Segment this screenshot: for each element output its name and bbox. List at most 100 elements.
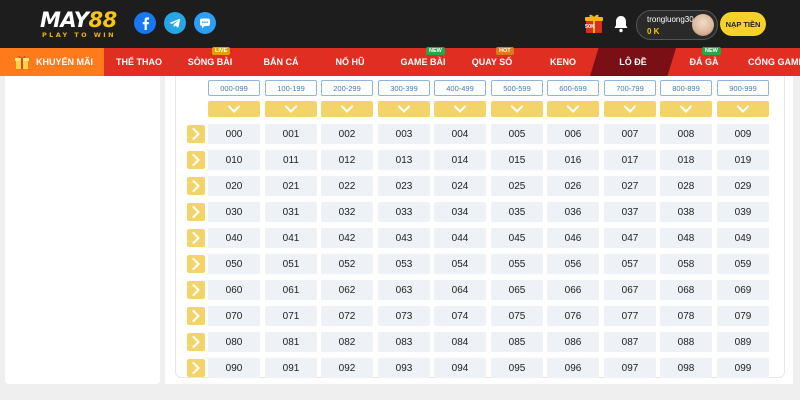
number-cell[interactable]: 015 bbox=[491, 150, 543, 170]
number-cell[interactable]: 089 bbox=[717, 332, 769, 352]
number-cell[interactable]: 028 bbox=[660, 176, 712, 196]
column-select-chevron-down-icon[interactable] bbox=[321, 101, 373, 117]
number-cell[interactable]: 009 bbox=[717, 124, 769, 144]
number-cell[interactable]: 076 bbox=[547, 306, 599, 326]
number-cell[interactable]: 093 bbox=[378, 358, 430, 378]
range-button[interactable]: 100-199 bbox=[265, 80, 317, 96]
number-cell[interactable]: 048 bbox=[660, 228, 712, 248]
number-cell[interactable]: 032 bbox=[321, 202, 373, 222]
number-cell[interactable]: 091 bbox=[265, 358, 317, 378]
number-cell[interactable]: 085 bbox=[491, 332, 543, 352]
number-cell[interactable]: 020 bbox=[208, 176, 260, 196]
nav-item-lode[interactable]: LÔ ĐỀ bbox=[590, 48, 676, 76]
number-cell[interactable]: 013 bbox=[378, 150, 430, 170]
number-cell[interactable]: 017 bbox=[604, 150, 656, 170]
number-cell[interactable]: 018 bbox=[660, 150, 712, 170]
number-cell[interactable]: 043 bbox=[378, 228, 430, 248]
number-cell[interactable]: 006 bbox=[547, 124, 599, 144]
row-select-chevron-right-icon[interactable] bbox=[187, 255, 205, 273]
gift-icon[interactable]: 50K bbox=[584, 12, 604, 36]
number-cell[interactable]: 034 bbox=[434, 202, 486, 222]
column-select-chevron-down-icon[interactable] bbox=[604, 101, 656, 117]
number-cell[interactable]: 098 bbox=[660, 358, 712, 378]
number-cell[interactable]: 090 bbox=[208, 358, 260, 378]
facebook-icon[interactable] bbox=[134, 12, 156, 34]
number-cell[interactable]: 071 bbox=[265, 306, 317, 326]
nav-item-fishing[interactable]: BẮN CÁ bbox=[260, 48, 302, 76]
number-cell[interactable]: 023 bbox=[378, 176, 430, 196]
row-select-chevron-right-icon[interactable] bbox=[187, 203, 205, 221]
number-cell[interactable]: 004 bbox=[434, 124, 486, 144]
column-select-chevron-down-icon[interactable] bbox=[434, 101, 486, 117]
number-cell[interactable]: 095 bbox=[491, 358, 543, 378]
number-cell[interactable]: 061 bbox=[265, 280, 317, 300]
row-select-chevron-right-icon[interactable] bbox=[187, 177, 205, 195]
number-cell[interactable]: 035 bbox=[491, 202, 543, 222]
number-cell[interactable]: 055 bbox=[491, 254, 543, 274]
row-select-chevron-right-icon[interactable] bbox=[187, 307, 205, 325]
number-cell[interactable]: 092 bbox=[321, 358, 373, 378]
number-cell[interactable]: 052 bbox=[321, 254, 373, 274]
number-cell[interactable]: 080 bbox=[208, 332, 260, 352]
range-button[interactable]: 400-499 bbox=[434, 80, 486, 96]
number-cell[interactable]: 099 bbox=[717, 358, 769, 378]
number-cell[interactable]: 033 bbox=[378, 202, 430, 222]
row-select-chevron-right-icon[interactable] bbox=[187, 359, 205, 377]
number-cell[interactable]: 086 bbox=[547, 332, 599, 352]
nav-item-keno[interactable]: KENO bbox=[545, 48, 581, 76]
number-cell[interactable]: 057 bbox=[604, 254, 656, 274]
number-cell[interactable]: 059 bbox=[717, 254, 769, 274]
number-cell[interactable]: 044 bbox=[434, 228, 486, 248]
number-cell[interactable]: 008 bbox=[660, 124, 712, 144]
number-cell[interactable]: 073 bbox=[378, 306, 430, 326]
nav-item-game-portal[interactable]: CỔNG GAME bbox=[748, 48, 800, 76]
number-cell[interactable]: 046 bbox=[547, 228, 599, 248]
number-cell[interactable]: 068 bbox=[660, 280, 712, 300]
number-cell[interactable]: 082 bbox=[321, 332, 373, 352]
number-cell[interactable]: 062 bbox=[321, 280, 373, 300]
number-cell[interactable]: 016 bbox=[547, 150, 599, 170]
number-cell[interactable]: 040 bbox=[208, 228, 260, 248]
row-select-chevron-right-icon[interactable] bbox=[187, 281, 205, 299]
number-cell[interactable]: 036 bbox=[547, 202, 599, 222]
nav-item-lottery-draw[interactable]: HOT QUAY SỐ bbox=[470, 47, 514, 76]
number-cell[interactable]: 011 bbox=[265, 150, 317, 170]
number-cell[interactable]: 024 bbox=[434, 176, 486, 196]
number-cell[interactable]: 038 bbox=[660, 202, 712, 222]
number-cell[interactable]: 003 bbox=[378, 124, 430, 144]
number-cell[interactable]: 097 bbox=[604, 358, 656, 378]
column-select-chevron-down-icon[interactable] bbox=[208, 101, 260, 117]
number-cell[interactable]: 041 bbox=[265, 228, 317, 248]
user-account[interactable]: trongluong30... 0 K bbox=[636, 10, 718, 40]
avatar[interactable] bbox=[692, 14, 714, 36]
number-cell[interactable]: 050 bbox=[208, 254, 260, 274]
number-cell[interactable]: 026 bbox=[547, 176, 599, 196]
range-button[interactable]: 700-799 bbox=[604, 80, 656, 96]
range-button[interactable]: 800-899 bbox=[660, 80, 712, 96]
number-cell[interactable]: 066 bbox=[547, 280, 599, 300]
number-cell[interactable]: 088 bbox=[660, 332, 712, 352]
number-cell[interactable]: 045 bbox=[491, 228, 543, 248]
nav-item-promotions[interactable]: KHUYẾN MÃI bbox=[0, 48, 104, 76]
number-cell[interactable]: 078 bbox=[660, 306, 712, 326]
range-button[interactable]: 500-599 bbox=[491, 80, 543, 96]
number-cell[interactable]: 049 bbox=[717, 228, 769, 248]
number-cell[interactable]: 094 bbox=[434, 358, 486, 378]
number-cell[interactable]: 042 bbox=[321, 228, 373, 248]
row-select-chevron-right-icon[interactable] bbox=[187, 125, 205, 143]
number-cell[interactable]: 030 bbox=[208, 202, 260, 222]
number-cell[interactable]: 002 bbox=[321, 124, 373, 144]
number-cell[interactable]: 047 bbox=[604, 228, 656, 248]
number-cell[interactable]: 070 bbox=[208, 306, 260, 326]
brand-logo[interactable]: MAY88 PLAY TO WIN bbox=[40, 9, 120, 39]
number-cell[interactable]: 060 bbox=[208, 280, 260, 300]
nav-item-sports[interactable]: THỂ THAO bbox=[116, 48, 162, 76]
nav-item-card-games[interactable]: NEW GAME BÀI bbox=[400, 47, 446, 76]
chat-icon[interactable] bbox=[194, 12, 216, 34]
number-cell[interactable]: 074 bbox=[434, 306, 486, 326]
number-cell[interactable]: 058 bbox=[660, 254, 712, 274]
range-button[interactable]: 600-699 bbox=[547, 80, 599, 96]
number-cell[interactable]: 007 bbox=[604, 124, 656, 144]
number-cell[interactable]: 031 bbox=[265, 202, 317, 222]
number-cell[interactable]: 027 bbox=[604, 176, 656, 196]
